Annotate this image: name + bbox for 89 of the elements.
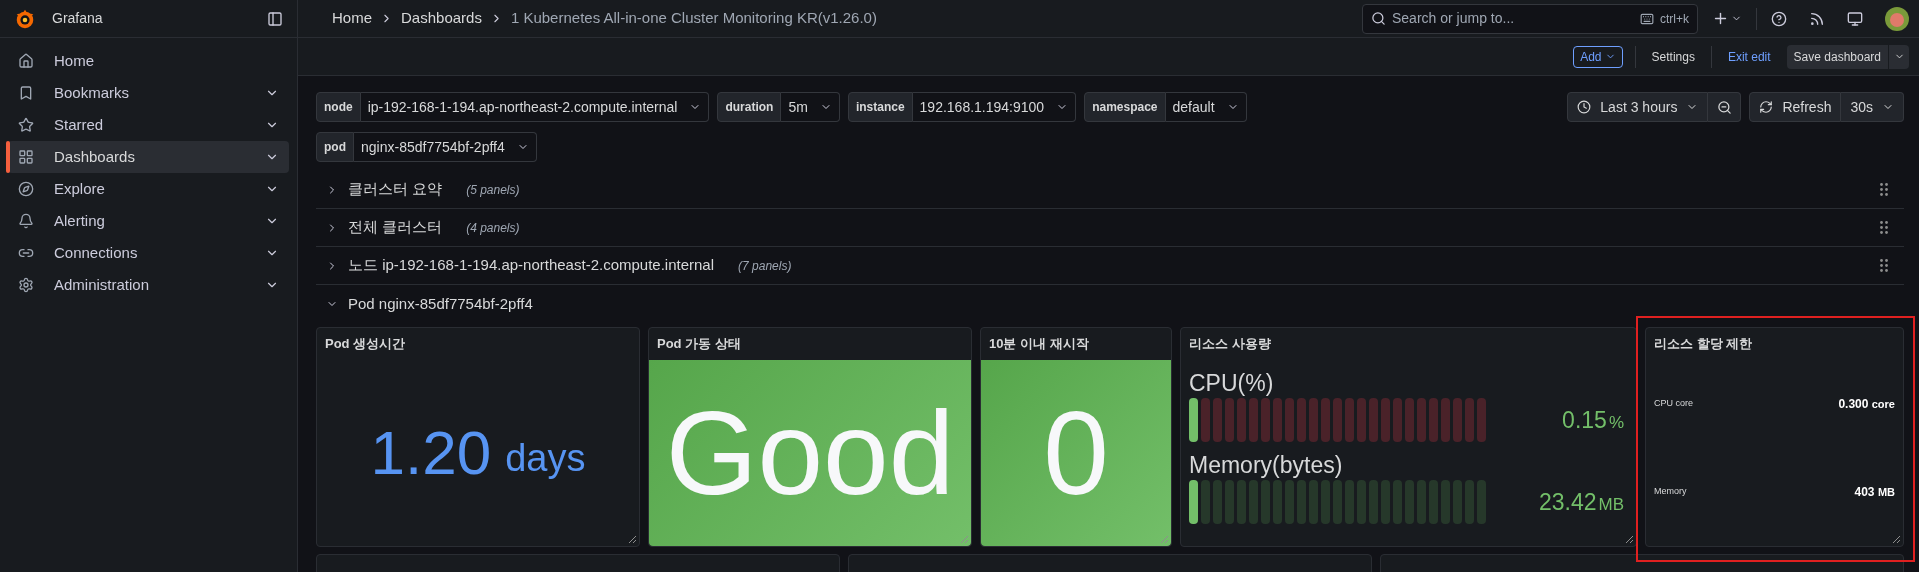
bookmark-icon: [18, 85, 34, 101]
panel-title: 10분 이내 재시작: [988, 335, 1090, 354]
variable-label: namespace: [1084, 92, 1166, 122]
search-field[interactable]: Search or jump to... ctrl+k: [1362, 3, 1698, 34]
exit-edit-link[interactable]: Exit edit: [1723, 47, 1775, 66]
settings-icon: [18, 277, 34, 293]
row-header[interactable]: 전체 클러스터 (4 panels): [316, 209, 1904, 247]
stat-value: 0: [1043, 394, 1109, 512]
bell-icon: [18, 213, 34, 229]
shortcut-hint: ctrl+k: [1660, 10, 1689, 28]
variable-select[interactable]: 192.168.1.194:9100: [912, 92, 1077, 122]
variable-select[interactable]: ip-192-168-1-194.ap-northeast-2.compute.internal: [360, 92, 710, 122]
compass-icon: [18, 181, 34, 197]
nav-item[interactable]: Administration: [8, 269, 289, 301]
variable-select[interactable]: 5m: [781, 92, 840, 122]
resize-handle-icon[interactable]: [628, 535, 637, 544]
panel-title: Pod 가동 상태: [656, 335, 742, 354]
app-title: Grafana: [52, 9, 104, 28]
refresh-interval-select[interactable]: 30s: [1841, 92, 1904, 122]
grid-icon: [18, 149, 34, 165]
variable-label: instance: [847, 92, 913, 122]
panel-title: 리소스 사용량: [1188, 335, 1272, 354]
save-dashboard-button[interactable]: Save dashboard: [1786, 44, 1888, 69]
limit-label: Memory: [1654, 485, 1687, 499]
gauge-value: 0.15: [1562, 405, 1607, 435]
row-title: 전체 클러스터: [348, 217, 443, 238]
row-header[interactable]: 클러스터 요약 (5 panels): [316, 171, 1904, 209]
stat-value: Good: [665, 394, 955, 512]
panel-title: Pod 생성시간: [324, 335, 407, 354]
user-avatar[interactable]: [1885, 6, 1909, 31]
gauge-label: Memory(bytes): [1189, 451, 1344, 480]
nav-item[interactable]: Starred: [8, 109, 289, 141]
gauge-unit: MB: [1598, 493, 1624, 516]
nav-item[interactable]: Dashboards: [8, 141, 289, 173]
variable-label: duration: [717, 92, 782, 122]
home-icon: [18, 53, 34, 69]
resize-handle-icon[interactable]: [960, 535, 969, 544]
monitor-icon[interactable]: [1847, 10, 1863, 27]
plus-icon: [1712, 10, 1729, 27]
new-button[interactable]: [1712, 10, 1742, 27]
gauge-label: CPU(%): [1189, 369, 1275, 398]
star-icon: [18, 117, 34, 133]
resize-handle-icon[interactable]: [1160, 535, 1169, 544]
refresh-icon: [1759, 100, 1774, 114]
panel-count: (4 panels): [466, 219, 521, 237]
row-header[interactable]: 노드 ip-192-168-1-194.ap-northeast-2.compute.internal (7 panels): [316, 247, 1904, 285]
row-header[interactable]: Pod nginx-85df7754bf-2pff4: [316, 285, 1904, 323]
drag-handle-icon[interactable]: [1880, 183, 1888, 196]
panel-count: (5 panels): [466, 181, 521, 199]
drag-handle-icon[interactable]: [1880, 221, 1888, 234]
limit-value: 0.300 core: [1838, 396, 1895, 413]
help-icon[interactable]: [1771, 10, 1787, 27]
variable-label: node: [316, 92, 361, 122]
row-title: 클러스터 요약: [348, 179, 443, 200]
save-options-button[interactable]: [1889, 44, 1909, 69]
resize-handle-icon[interactable]: [1625, 535, 1634, 544]
variable-label: pod: [316, 132, 354, 162]
breadcrumb-link[interactable]: Home: [332, 7, 372, 30]
row-title: Pod nginx-85df7754bf-2pff4: [348, 293, 533, 314]
stat-unit: days: [505, 439, 586, 477]
nav-item[interactable]: Bookmarks: [8, 77, 289, 109]
add-button[interactable]: Add: [1573, 45, 1623, 68]
nav-item[interactable]: Explore: [8, 173, 289, 205]
settings-button[interactable]: Settings: [1647, 47, 1699, 66]
stat-value: 1.20: [370, 422, 492, 484]
resize-handle-icon[interactable]: [1892, 535, 1901, 544]
limit-label: CPU core: [1654, 397, 1693, 411]
nav-item[interactable]: Connections: [8, 237, 289, 269]
gauge-value: 23.42: [1538, 487, 1597, 517]
search-icon: [1371, 11, 1386, 26]
nav-item[interactable]: Home: [8, 45, 289, 77]
zoom-out-icon: [1716, 99, 1732, 115]
drag-handle-icon[interactable]: [1880, 259, 1888, 272]
keyboard-icon: [1640, 11, 1654, 26]
variable-select[interactable]: default: [1165, 92, 1247, 122]
dock-menu-icon[interactable]: [267, 10, 283, 27]
variable-select[interactable]: nginx-85df7754bf-2pff4: [354, 132, 537, 162]
news-feed-icon[interactable]: [1809, 10, 1825, 27]
clock-icon: [1577, 100, 1592, 114]
time-range-picker[interactable]: Last 3 hours: [1567, 92, 1709, 122]
nav-item[interactable]: Alerting: [8, 205, 289, 237]
zoom-out-button[interactable]: [1708, 92, 1742, 122]
limit-value: 403 MB: [1854, 484, 1895, 501]
row-title: 노드 ip-192-168-1-194.ap-northeast-2.compute.internal: [348, 255, 715, 276]
breadcrumb-link[interactable]: Dashboards: [401, 7, 482, 30]
refresh-button[interactable]: Refresh: [1749, 92, 1842, 122]
gauge-unit: %: [1608, 411, 1624, 434]
panel-title: 리소스 할당 제한: [1653, 335, 1754, 354]
panel-count: (7 panels): [738, 257, 793, 275]
